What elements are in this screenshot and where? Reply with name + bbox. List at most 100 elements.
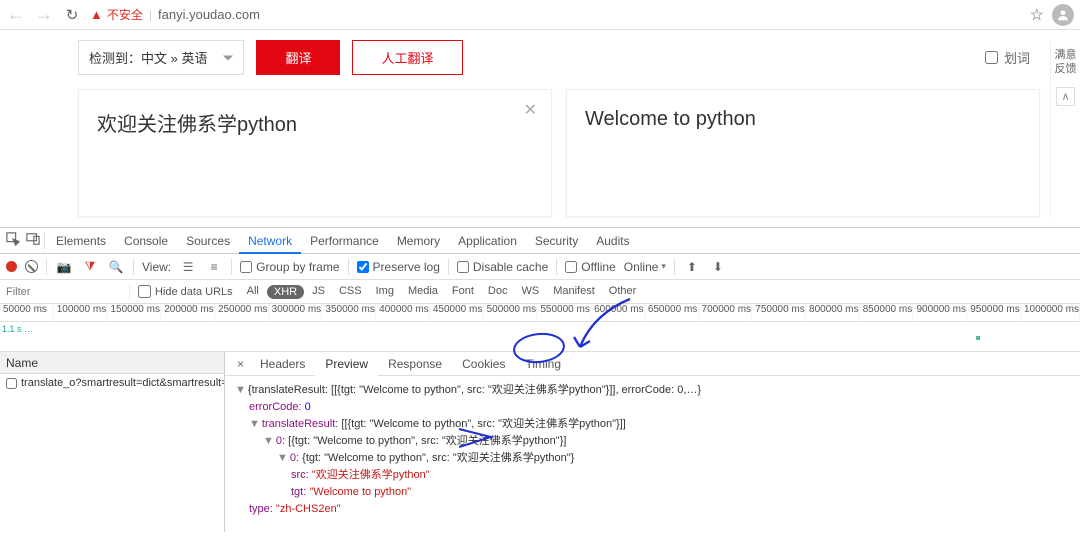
filter-chip-manifest[interactable]: Manifest	[547, 285, 601, 299]
devtools-tab-elements[interactable]: Elements	[47, 228, 115, 254]
timeline-body[interactable]: 1.1 s …	[0, 322, 1080, 352]
target-text: Welcome to python	[585, 108, 1021, 131]
bookmark-star-icon[interactable]: ☆	[1030, 5, 1044, 25]
request-list-header[interactable]: Name	[0, 352, 224, 374]
throttling-select[interactable]: Online	[624, 260, 666, 274]
back-button[interactable]: ←	[6, 4, 26, 25]
preview-content[interactable]: ▼{translateResult: [[{tgt: "Welcome to p…	[225, 376, 1080, 532]
clear-button[interactable]	[25, 260, 38, 273]
feedback-label[interactable]: 满意 反馈	[1055, 48, 1077, 77]
source-text: 欢迎关注佛系学python	[97, 108, 533, 137]
upload-icon[interactable]: ⬆	[683, 260, 701, 274]
human-translate-button[interactable]: 人工翻译	[352, 40, 462, 75]
timeline-tick: 150000 ms	[107, 304, 161, 321]
filter-chip-xhr[interactable]: XHR	[267, 285, 304, 299]
filter-bar: Hide data URLs AllXHRJSCSSImgMediaFontDo…	[0, 280, 1080, 304]
waterfall-icon[interactable]: ≡	[205, 260, 223, 274]
detail-tab-cookies[interactable]: Cookies	[452, 352, 515, 376]
warning-icon: ▲	[90, 7, 103, 22]
url-text: fanyi.youdao.com	[158, 7, 260, 22]
offline-toggle[interactable]: Offline	[565, 260, 615, 274]
translate-button[interactable]: 翻译	[256, 40, 340, 75]
disable-cache-toggle[interactable]: Disable cache	[457, 260, 548, 274]
devtools-tab-console[interactable]: Console	[115, 228, 177, 254]
filter-chip-ws[interactable]: WS	[515, 285, 545, 299]
detail-tab-bar: × HeadersPreviewResponseCookiesTiming	[225, 352, 1080, 376]
feedback-sidebar: 满意 反馈 ∧	[1050, 40, 1080, 217]
devtools-tab-memory[interactable]: Memory	[388, 228, 449, 254]
controls-row: 检测到：中文 » 英语 翻译 人工翻译 划词	[78, 40, 1040, 75]
devtools-body: Name translate_o?smartresult=dict&smartr…	[0, 352, 1080, 532]
devtools-tab-audits[interactable]: Audits	[587, 228, 638, 254]
filter-chip-js[interactable]: JS	[306, 285, 331, 299]
filter-chip-img[interactable]: Img	[370, 285, 400, 299]
timeline-tick: 200000 ms	[161, 304, 215, 321]
filter-chip-font[interactable]: Font	[446, 285, 480, 299]
detail-tab-timing[interactable]: Timing	[515, 352, 571, 376]
timeline-tick: 650000 ms	[645, 304, 699, 321]
devtools-tab-security[interactable]: Security	[526, 228, 587, 254]
devtools-tab-network[interactable]: Network	[239, 228, 301, 254]
filter-chip-other[interactable]: Other	[603, 285, 643, 299]
devtools-tab-sources[interactable]: Sources	[177, 228, 239, 254]
huaci-toggle[interactable]: 划词	[985, 48, 1030, 67]
large-rows-icon[interactable]: ☰	[179, 260, 197, 274]
reload-button[interactable]: ↻	[62, 6, 82, 24]
profile-avatar[interactable]	[1052, 4, 1074, 26]
target-panel: Welcome to python	[566, 89, 1040, 217]
hide-data-urls-toggle[interactable]: Hide data URLs	[138, 285, 233, 298]
timeline-tick: 100000 ms	[54, 304, 108, 321]
timeline-marker	[976, 336, 980, 340]
group-by-frame-toggle[interactable]: Group by frame	[240, 260, 339, 274]
devtools-tab-performance[interactable]: Performance	[301, 228, 388, 254]
inspect-icon[interactable]	[4, 232, 22, 249]
timeline-tick: 850000 ms	[860, 304, 914, 321]
timeline-tick: 500000 ms	[484, 304, 538, 321]
timeline-tick: 550000 ms	[537, 304, 591, 321]
forward-button[interactable]: →	[34, 4, 54, 25]
devtools-tab-bar: ElementsConsoleSourcesNetworkPerformance…	[0, 228, 1080, 254]
detail-tab-preview[interactable]: Preview	[315, 352, 378, 376]
view-label: View:	[142, 260, 171, 274]
timeline-tick: 800000 ms	[806, 304, 860, 321]
preserve-log-toggle[interactable]: Preserve log	[357, 260, 440, 274]
filter-chip-all[interactable]: All	[241, 285, 265, 299]
timeline-tick: 900000 ms	[913, 304, 967, 321]
download-icon[interactable]: ⬇	[709, 260, 727, 274]
request-row[interactable]: translate_o?smartresult=dict&smartresult…	[0, 374, 224, 392]
devtools-tab-application[interactable]: Application	[449, 228, 526, 254]
filter-input[interactable]	[0, 284, 130, 300]
request-row-label: translate_o?smartresult=dict&smartresult…	[21, 377, 224, 389]
detail-tab-response[interactable]: Response	[378, 352, 452, 376]
source-panel[interactable]: 欢迎关注佛系学python ✕	[78, 89, 552, 217]
timeline-tick: 750000 ms	[752, 304, 806, 321]
request-row-checkbox[interactable]	[6, 378, 17, 389]
addr-divider: |	[149, 8, 152, 22]
language-select-label: 检测到：中文 » 英语	[89, 51, 207, 66]
filter-icon[interactable]: ⧩	[81, 259, 99, 274]
camera-icon[interactable]: 📷	[55, 260, 73, 274]
search-icon[interactable]: 🔍	[107, 260, 125, 274]
device-toggle-icon[interactable]	[24, 232, 42, 249]
timeline-tick: 1000000 ms	[1021, 304, 1080, 321]
timeline-tick: 300000 ms	[269, 304, 323, 321]
detail-tab-headers[interactable]: Headers	[250, 352, 315, 376]
language-select[interactable]: 检测到：中文 » 英语	[78, 40, 244, 75]
collapse-sidebar-icon[interactable]: ∧	[1056, 87, 1074, 106]
filter-chip-doc[interactable]: Doc	[482, 285, 514, 299]
timeline-tick: 950000 ms	[967, 304, 1021, 321]
timeline-tick: 600000 ms	[591, 304, 645, 321]
filter-chip-css[interactable]: CSS	[333, 285, 368, 299]
filter-chip-media[interactable]: Media	[402, 285, 444, 299]
timeline-tick: 700000 ms	[699, 304, 753, 321]
sep	[44, 233, 45, 249]
close-detail-icon[interactable]: ×	[231, 357, 250, 371]
request-list: Name translate_o?smartresult=dict&smartr…	[0, 352, 225, 532]
timeline-tick: 450000 ms	[430, 304, 484, 321]
panels-row: 欢迎关注佛系学python ✕ Welcome to python	[78, 89, 1040, 217]
address-bar[interactable]: ▲ 不安全 | fanyi.youdao.com	[90, 6, 1022, 23]
record-button[interactable]	[6, 261, 17, 272]
timeline-tick: 50000 ms	[0, 304, 54, 321]
huaci-checkbox[interactable]	[985, 51, 998, 64]
clear-source-icon[interactable]: ✕	[524, 100, 537, 120]
